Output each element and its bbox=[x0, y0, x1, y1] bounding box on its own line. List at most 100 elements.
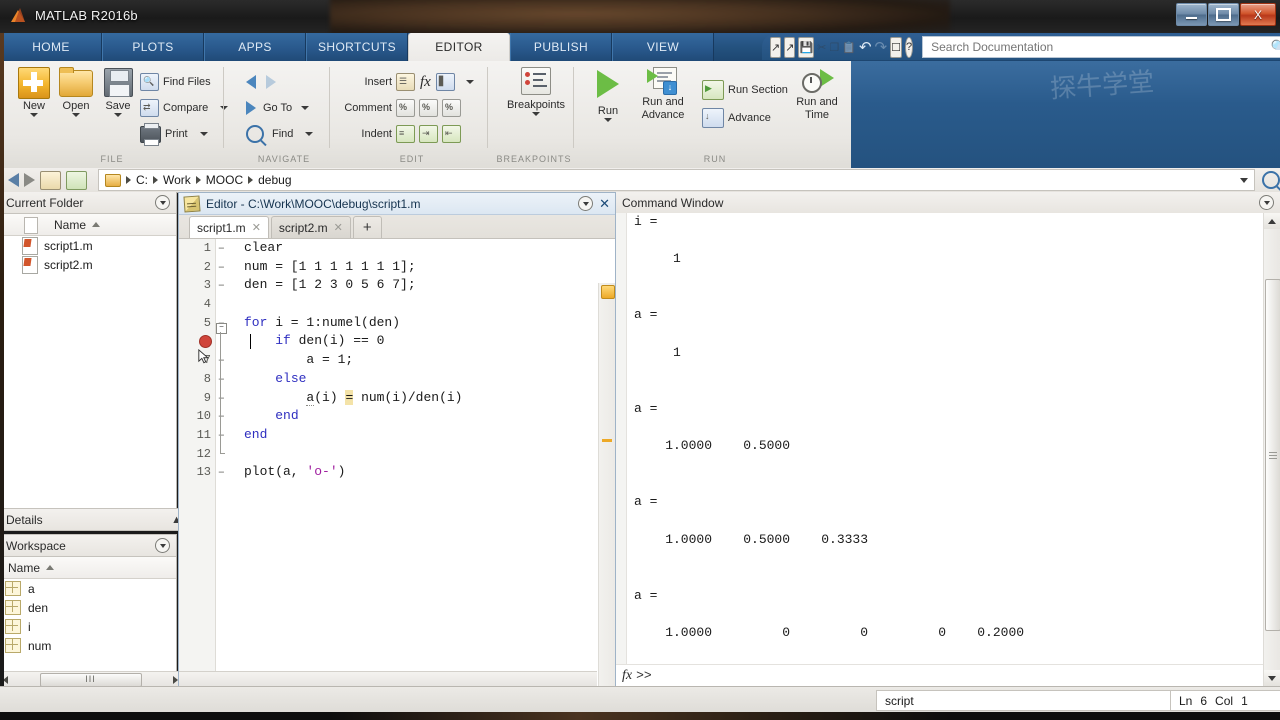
panel-options-icon[interactable] bbox=[155, 195, 170, 210]
back-arrow-icon[interactable] bbox=[246, 75, 256, 89]
gutter-line[interactable]: 9– bbox=[179, 389, 225, 408]
gutter-line[interactable]: 11– bbox=[179, 426, 225, 445]
code-analyzer-status-icon[interactable] bbox=[601, 285, 615, 299]
scroll-down-button[interactable] bbox=[1264, 670, 1280, 686]
chevron-down-icon[interactable] bbox=[1240, 177, 1248, 183]
uncomment-icon[interactable]: % bbox=[419, 99, 438, 117]
comment-icon[interactable]: % bbox=[396, 99, 415, 117]
gutter-line[interactable]: 5– bbox=[179, 314, 225, 333]
indent-row[interactable]: Indent ≡ ⇥ ⇤ bbox=[344, 123, 461, 145]
file-list-item[interactable]: script2.m bbox=[0, 255, 176, 274]
scrollbar-thumb[interactable] bbox=[1265, 279, 1280, 631]
back-arrow-icon[interactable] bbox=[8, 173, 19, 187]
run-and-time-button[interactable]: Run and Time bbox=[788, 67, 846, 121]
navigate-back-forward[interactable] bbox=[246, 71, 276, 93]
tab-home[interactable]: HOME bbox=[0, 33, 102, 61]
print-button[interactable]: Print bbox=[140, 122, 208, 146]
indent-left-icon[interactable]: ⇤ bbox=[442, 125, 461, 143]
search-icon[interactable] bbox=[1262, 171, 1280, 189]
close-icon[interactable]: ✕ bbox=[334, 221, 343, 234]
chevron-down-icon[interactable] bbox=[199, 132, 208, 136]
gutter-line[interactable]: 10– bbox=[179, 407, 225, 426]
go-to-button[interactable]: Go To bbox=[246, 97, 310, 119]
up-folder-icon[interactable] bbox=[40, 170, 61, 190]
workspace-variable-row[interactable]: i bbox=[0, 617, 176, 636]
panel-options-icon[interactable] bbox=[1259, 195, 1274, 210]
chevron-down-icon[interactable] bbox=[532, 112, 540, 116]
chevron-down-icon[interactable] bbox=[604, 118, 612, 122]
gutter-line[interactable]: 1– bbox=[179, 239, 225, 258]
code-analyzer-warning-tick[interactable] bbox=[602, 439, 612, 442]
collapse-ribbon-icon[interactable]: ▲ bbox=[1273, 39, 1280, 53]
find-files-button[interactable]: 🔍 Find Files bbox=[140, 71, 211, 93]
command-window-vertical-scrollbar[interactable] bbox=[1263, 213, 1280, 686]
comment-row[interactable]: Comment % % % bbox=[344, 97, 461, 119]
breadcrumb-item-debug[interactable]: debug bbox=[258, 173, 291, 187]
editor-options-icon[interactable] bbox=[578, 196, 594, 211]
breadcrumb-item-mooc[interactable]: MOOC bbox=[206, 173, 243, 187]
workspace-horizontal-scrollbar[interactable]: III bbox=[0, 671, 181, 687]
scrollbar-thumb[interactable]: III bbox=[39, 672, 142, 687]
insert-row[interactable]: Insert ☰ fx ▋ bbox=[344, 71, 474, 93]
details-panel-header[interactable]: Details ▲ bbox=[0, 508, 189, 531]
run-and-advance-button[interactable]: ↓ Run and Advance bbox=[632, 67, 694, 121]
tab-apps[interactable]: APPS bbox=[204, 33, 306, 61]
gutter-line[interactable]: 2– bbox=[179, 258, 225, 277]
undo-icon[interactable]: ↶ bbox=[859, 38, 872, 57]
code-text[interactable]: − clear num = [1 1 1 1 1 1 1]; den = [1 … bbox=[216, 239, 615, 688]
smart-indent-icon[interactable]: ≡ bbox=[396, 125, 415, 143]
layout-icon[interactable]: ☐ bbox=[890, 36, 902, 58]
search-input[interactable] bbox=[929, 37, 1280, 57]
current-folder-column-header[interactable]: Name bbox=[0, 214, 176, 236]
command-prompt-row[interactable]: fx >> bbox=[616, 664, 1270, 686]
chevron-down-icon[interactable] bbox=[114, 113, 122, 117]
breadcrumb[interactable]: C: Work MOOC debug bbox=[98, 169, 1255, 191]
editor-tab-script1[interactable]: script1.m ✕ bbox=[189, 216, 269, 238]
gutter-line[interactable]: 12 bbox=[179, 445, 215, 464]
editor-close-icon[interactable]: ✕ bbox=[599, 197, 610, 210]
new-figure-icon[interactable]: ↗ bbox=[784, 36, 796, 58]
panel-options-icon[interactable] bbox=[155, 538, 170, 553]
close-button[interactable]: X bbox=[1240, 3, 1276, 26]
chevron-down-icon[interactable] bbox=[301, 106, 310, 110]
tab-publish[interactable]: PUBLISH bbox=[510, 33, 612, 61]
code-folding-bar[interactable]: − bbox=[214, 239, 234, 688]
search-documentation-box[interactable]: 🔍 bbox=[922, 36, 1280, 58]
tab-shortcuts[interactable]: SHORTCUTS bbox=[306, 33, 408, 61]
editor-gutter[interactable]: 1– 2– 3– 4 5– 6 7– 8– 9– 10– 11– 12 13– bbox=[179, 239, 225, 688]
gutter-line[interactable]: 13– bbox=[179, 463, 225, 482]
run-section-button[interactable]: ▶ Run Section bbox=[702, 79, 788, 101]
editor-vertical-scrollbar[interactable] bbox=[598, 283, 615, 688]
close-icon[interactable]: ✕ bbox=[252, 221, 261, 234]
chevron-down-icon[interactable] bbox=[72, 113, 80, 117]
tab-editor[interactable]: EDITOR bbox=[408, 33, 510, 61]
insert-function-icon[interactable]: fx bbox=[420, 74, 431, 91]
gutter-line[interactable]: 3– bbox=[179, 276, 225, 295]
tab-plots[interactable]: PLOTS bbox=[102, 33, 204, 61]
minimize-button[interactable] bbox=[1176, 3, 1207, 26]
chevron-down-icon[interactable] bbox=[220, 106, 229, 110]
workspace-column-header[interactable]: Name bbox=[0, 557, 176, 579]
breakpoint-marker[interactable] bbox=[199, 335, 212, 348]
maximize-button[interactable] bbox=[1208, 3, 1239, 26]
help-icon[interactable]: ? bbox=[904, 36, 914, 58]
browse-folder-icon[interactable] bbox=[66, 170, 87, 190]
indent-right-icon[interactable]: ⇥ bbox=[419, 125, 438, 143]
insert-section-icon[interactable]: ☰ bbox=[396, 73, 415, 91]
workspace-variable-row[interactable]: a bbox=[0, 579, 176, 598]
find-button[interactable]: Find bbox=[246, 123, 314, 145]
save-button[interactable]: Save bbox=[90, 67, 146, 117]
scroll-up-button[interactable] bbox=[1264, 213, 1280, 229]
breadcrumb-item-drive[interactable]: C: bbox=[136, 173, 148, 187]
breadcrumb-item-work[interactable]: Work bbox=[163, 173, 191, 187]
fx-icon[interactable]: fx bbox=[622, 668, 632, 684]
wrap-comment-icon[interactable]: % bbox=[442, 99, 461, 117]
new-tab-button[interactable]: + bbox=[352, 216, 382, 238]
workspace-variable-row[interactable]: num bbox=[0, 636, 176, 655]
save-icon[interactable]: 💾 bbox=[798, 36, 815, 58]
breakpoints-button[interactable]: Breakpoints bbox=[506, 67, 566, 116]
advance-button[interactable]: ↓ Advance bbox=[702, 107, 771, 129]
command-window-output[interactable]: i = 1 a = 1 a = 1.0000 0.5000 a = 1.0000… bbox=[616, 213, 1264, 665]
compare-button[interactable]: ⇄ Compare bbox=[140, 97, 229, 119]
code-editor-area[interactable]: 1– 2– 3– 4 5– 6 7– 8– 9– 10– 11– 12 13– bbox=[179, 239, 615, 688]
